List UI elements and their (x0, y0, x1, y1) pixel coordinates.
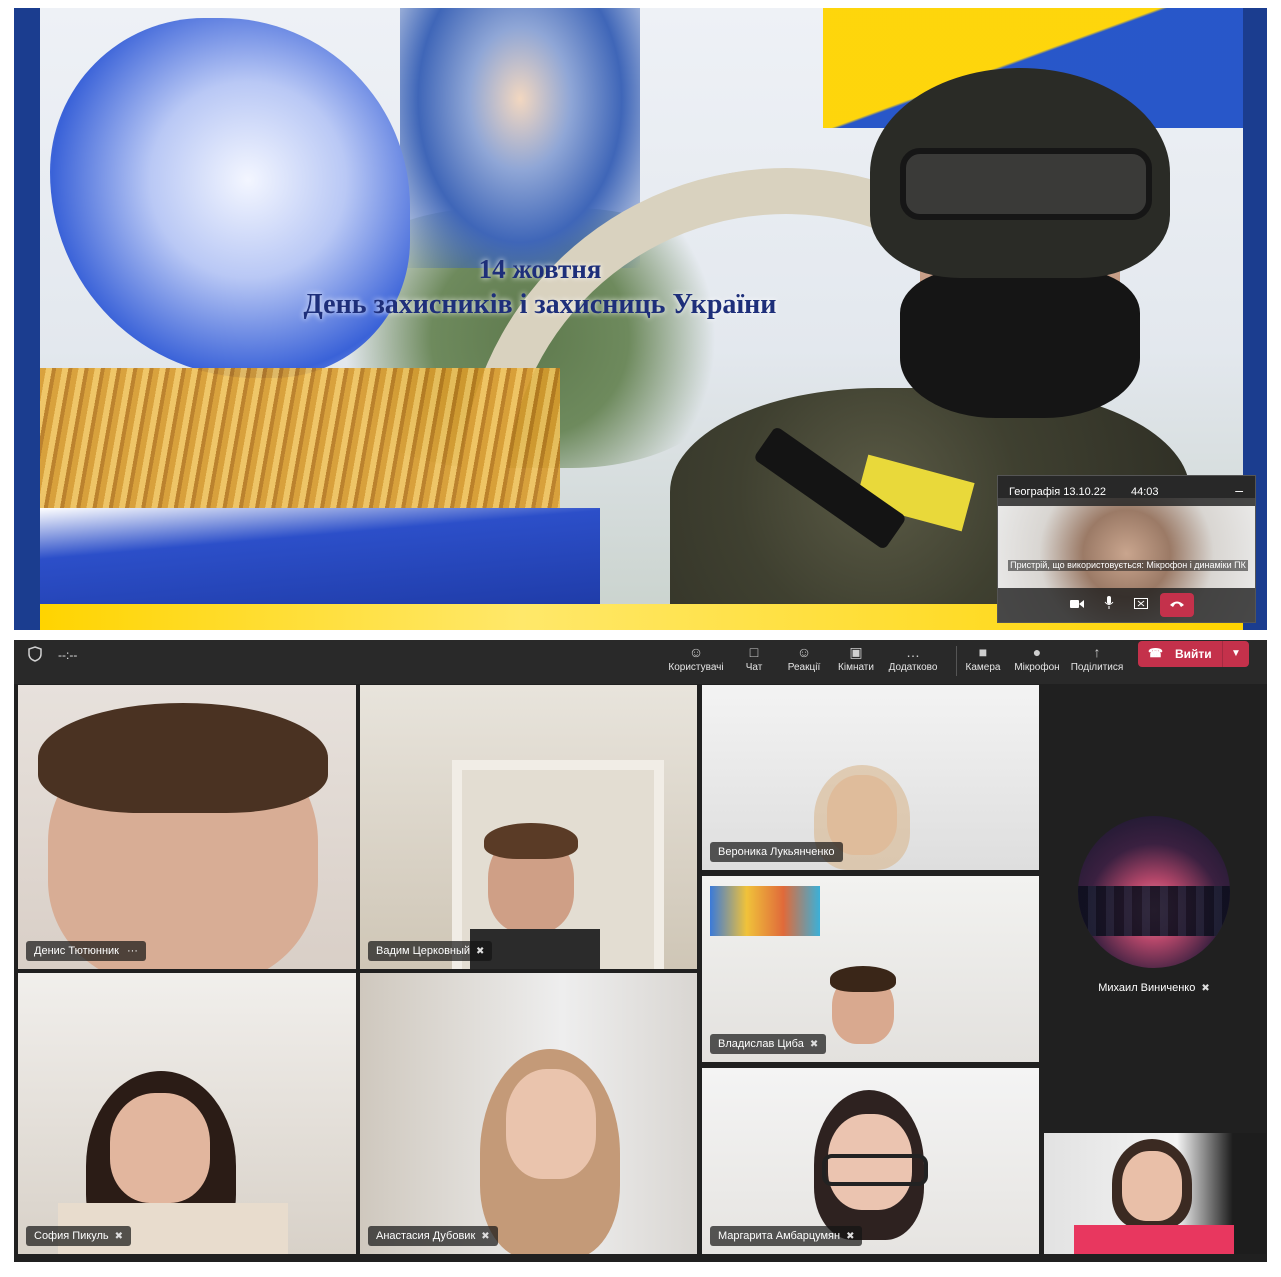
participant-name: София Пикуль (34, 1230, 109, 1242)
participant-video (1122, 1151, 1182, 1221)
video-tile-vladyslav[interactable]: Владислав Циба ✖ (702, 876, 1039, 1062)
participant-avatar-mykhailo[interactable] (1078, 816, 1230, 968)
people-icon: ☺ (688, 644, 704, 660)
participant-hair (484, 823, 578, 859)
reactions-button[interactable]: ☺ Реакції (784, 642, 824, 673)
video-tile-marharyta[interactable]: Маргарита Амбарцумян ✖ (702, 1068, 1039, 1254)
reactions-icon: ☺ (796, 644, 812, 660)
mic-muted-icon: ✖ (481, 1231, 490, 1242)
participant-hair (830, 966, 896, 992)
video-tile-vadym[interactable]: Вадим Церковный ✖ (360, 685, 697, 969)
participant-name: Маргарита Амбарцумян (718, 1230, 841, 1242)
leave-label: Вийти (1175, 647, 1212, 661)
shield-icon (28, 646, 42, 666)
rooms-label: Кімнати (838, 662, 874, 673)
share-icon[interactable] (1128, 593, 1154, 617)
participant-name-tag: Вероника Лукьянченко (710, 842, 843, 862)
slide-title-date: 14 жовтня (478, 254, 602, 284)
mic-muted-icon: ✖ (476, 946, 485, 957)
more-button[interactable]: … Додатково (886, 642, 940, 673)
camera-icon: ■ (978, 644, 988, 660)
meeting-title: Географія 13.10.22 (1009, 486, 1107, 498)
participant-shirt (1074, 1225, 1234, 1254)
participant-name: Вероника Лукьянченко (718, 846, 835, 858)
participant-name: Вадим Церковный (376, 945, 471, 957)
phone-icon: ☎ (1148, 646, 1163, 660)
reactions-label: Реакції (787, 662, 821, 673)
avatar-trees (1078, 886, 1230, 936)
chevron-down-icon[interactable]: ▼ (1222, 641, 1249, 667)
participant-name-tag: София Пикуль ✖ (26, 1226, 132, 1246)
chat-label: Чат (745, 662, 763, 673)
hang-up-icon[interactable] (1160, 593, 1194, 617)
participant-name-tag: Маргарита Амбарцумян ✖ (710, 1226, 863, 1246)
mic-muted-icon: ✖ (114, 1231, 124, 1242)
camera-button[interactable]: ■ Камера (962, 642, 1004, 673)
more-icon: … (906, 644, 920, 660)
meeting-toolbar: --:-- ☺ Користувачі □ Чат ☺ Реакції ▣ Кі… (14, 640, 1267, 684)
participant-hair (38, 703, 328, 813)
compact-window-header[interactable]: Географія 13.10.22 44:03 – (998, 476, 1255, 506)
goggles (900, 148, 1152, 220)
chat-icon: □ (749, 644, 759, 660)
compact-controls (998, 588, 1255, 622)
participant-name: Анастасия Дубовик (376, 1230, 476, 1242)
people-label: Користувачі (668, 662, 724, 673)
participant-name: Владислав Циба (718, 1038, 804, 1050)
participant-name: Денис Тютюнник (34, 945, 119, 957)
meeting-duration: 44:03 (1131, 486, 1159, 498)
compact-meeting-window[interactable]: Географія 13.10.22 44:03 – Пристрій, що … (997, 475, 1256, 623)
toolbar-divider (956, 646, 957, 676)
video-icon[interactable] (1064, 593, 1090, 617)
self-view-video[interactable] (1044, 1133, 1266, 1254)
minimize-icon[interactable]: – (1235, 482, 1243, 498)
leave-button[interactable]: ☎ Вийти ▼ (1138, 641, 1249, 667)
camera-label: Камера (965, 662, 1001, 673)
device-note: Пристрій, що використовується: Мікрофон … (1008, 560, 1248, 571)
glasses (822, 1154, 928, 1186)
participant-name: Михаил Виниченко (1098, 982, 1196, 994)
share-button[interactable]: ↑ Поділитися (1068, 642, 1126, 673)
rooms-button[interactable]: ▣ Кімнати (834, 642, 878, 673)
participant-video (506, 1069, 596, 1179)
chat-button[interactable]: □ Чат (736, 642, 772, 673)
video-tile-veronika[interactable]: Вероника Лукьянченко (702, 685, 1039, 870)
avatar-name-tag: Михаил Виниченко ✖ (1054, 982, 1254, 994)
balaclava (900, 268, 1140, 418)
wall-painting (710, 886, 820, 936)
participant-name-tag: Вадим Церковный ✖ (368, 941, 493, 961)
share-label: Поділитися (1070, 662, 1124, 673)
participant-video (110, 1093, 210, 1203)
mic-icon[interactable] (1096, 593, 1122, 617)
share-tray-icon: ↑ (1093, 644, 1101, 660)
microphone-icon: ● (1032, 644, 1042, 660)
participant-name-tag: Владислав Циба ✖ (710, 1034, 827, 1054)
microphone-button[interactable]: ● Мікрофон (1012, 642, 1062, 673)
more-label: Додатково (888, 662, 938, 673)
microphone-label: Мікрофон (1014, 662, 1060, 673)
video-tile-anastasia[interactable]: Анастасия Дубовик ✖ (360, 973, 697, 1254)
mic-muted-icon: ✖ (846, 1231, 855, 1242)
video-tile-sofia[interactable]: София Пикуль ✖ (18, 973, 356, 1254)
video-tile-denys[interactable]: Денис Тютюнник ··· (18, 685, 356, 969)
more-options-icon[interactable]: ··· (127, 945, 138, 957)
meeting-stage: --:-- ☺ Користувачі □ Чат ☺ Реакції ▣ Кі… (14, 640, 1267, 1262)
cossack-portrait-graphic (50, 18, 410, 378)
mic-muted-icon: ✖ (809, 1039, 819, 1050)
mic-muted-icon: ✖ (1201, 983, 1210, 994)
participant-name-tag: Денис Тютюнник ··· (26, 941, 146, 961)
rooms-icon: ▣ (849, 644, 863, 660)
slide-title-holiday: День захисників і захисниць України (303, 289, 777, 320)
meeting-timer: --:-- (58, 648, 78, 662)
slide-title: 14 жовтня День захисників і захисниць Ук… (240, 252, 840, 324)
participant-name-tag: Анастасия Дубовик ✖ (368, 1226, 498, 1246)
people-button[interactable]: ☺ Користувачі (664, 642, 728, 673)
